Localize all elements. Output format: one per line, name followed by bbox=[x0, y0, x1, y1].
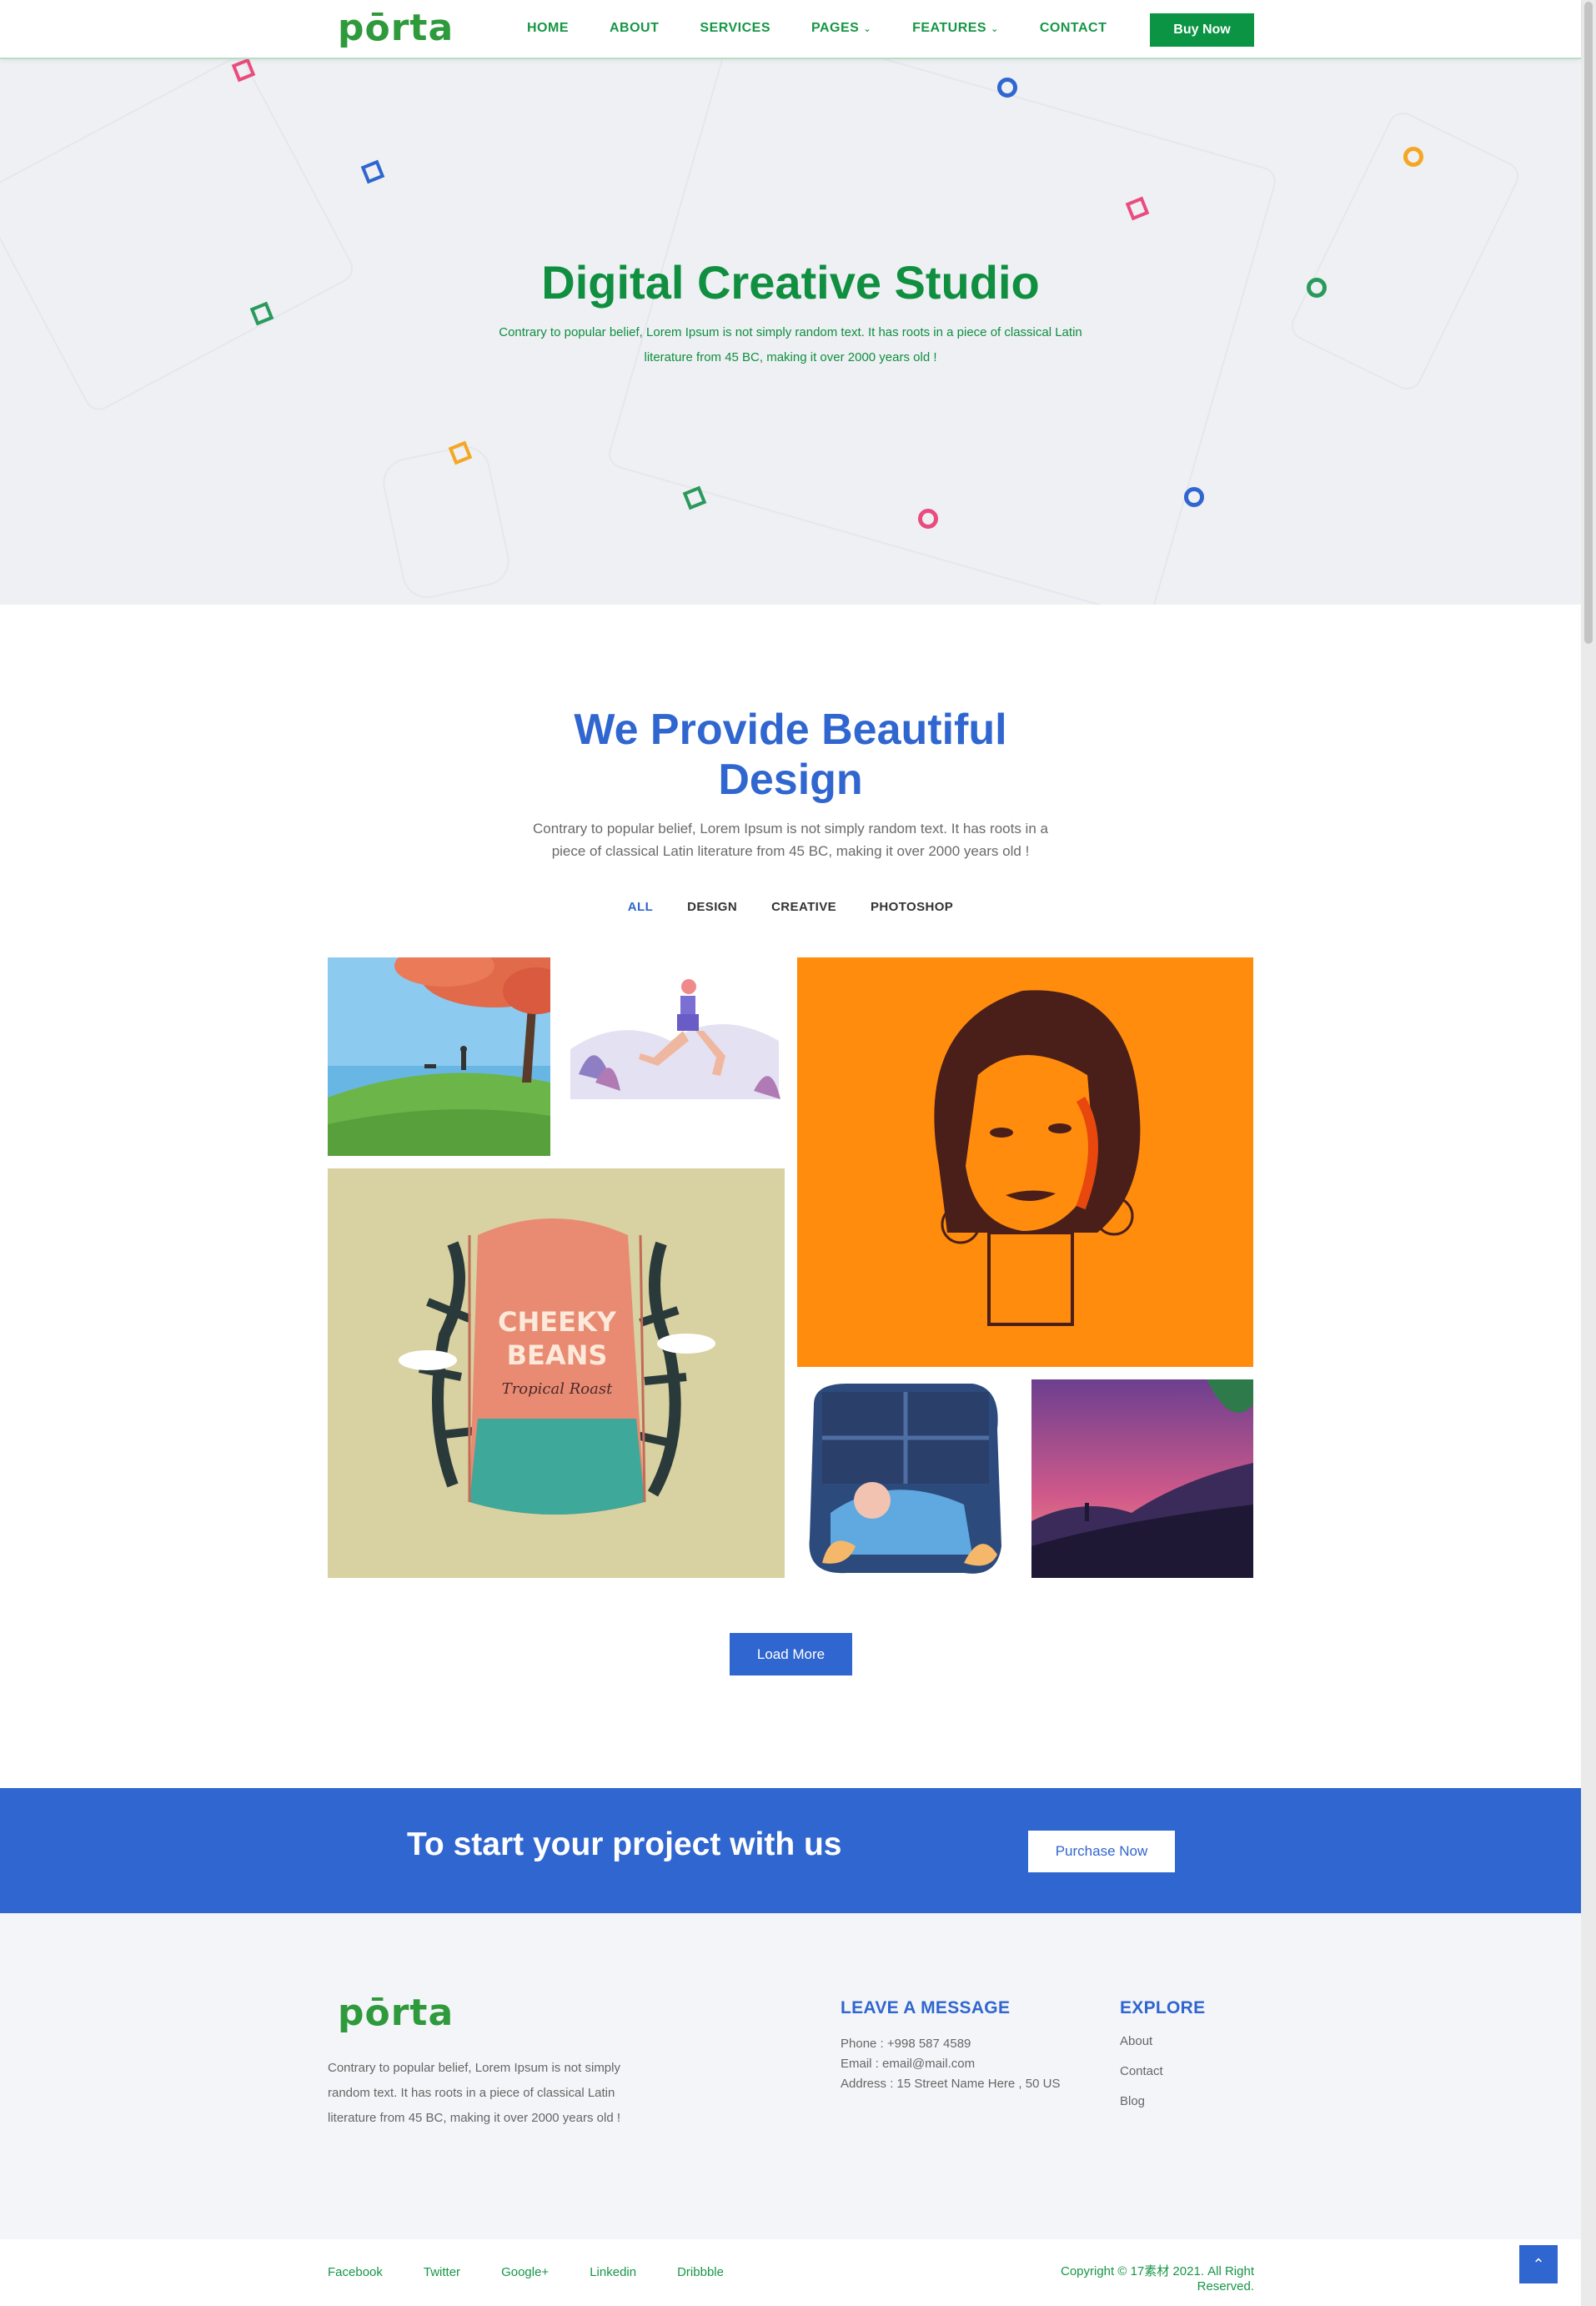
contact-info: Phone : +998 587 4589 Email : email@mail… bbox=[841, 2034, 1060, 2094]
social-links: Facebook Twitter Google+ Linkedin Dribbb… bbox=[328, 2265, 724, 2279]
footer-about-text: Contrary to popular belief, Lorem Ipsum … bbox=[328, 2061, 620, 2125]
nav-item-label: HOME bbox=[527, 21, 569, 35]
portfolio-subtitle: Contrary to popular belief, Lorem Ipsum … bbox=[533, 821, 1048, 859]
nav-item-label: CONTACT bbox=[1039, 21, 1107, 35]
portfolio-item-sunset[interactable] bbox=[1031, 1379, 1253, 1578]
page-scrollbar[interactable] bbox=[1581, 0, 1596, 2306]
tree-hill-illustration bbox=[328, 957, 550, 1156]
decor-ring-blue bbox=[1184, 487, 1204, 507]
chevron-down-icon: ⌄ bbox=[991, 23, 999, 34]
filter-creative[interactable]: CREATIVE bbox=[771, 900, 836, 914]
cta-banner: To start your project with us Purchase N… bbox=[0, 1788, 1581, 1913]
decor-ring-pink bbox=[918, 509, 938, 529]
social-link-twitter[interactable]: Twitter bbox=[424, 2265, 460, 2279]
load-more-button[interactable]: Load More bbox=[730, 1633, 852, 1675]
hero-section: Digital Creative Studio Contrary to popu… bbox=[0, 59, 1581, 605]
decor-ring-blue bbox=[997, 78, 1017, 98]
contact-email: Email : email@mail.com bbox=[841, 2057, 976, 2071]
filter-photoshop[interactable]: PHOTOSHOP bbox=[871, 900, 953, 914]
nav-item-services[interactable]: SERVICES bbox=[700, 21, 770, 36]
nav-item-label: PAGES bbox=[811, 21, 860, 35]
sunset-illustration bbox=[1031, 1379, 1253, 1578]
copyright-text: Copyright © 17素材 2021. All Right Reserve… bbox=[1061, 2264, 1254, 2293]
hero-title: Digital Creative Studio bbox=[541, 256, 1040, 309]
hero-subtitle: Contrary to popular belief, Lorem Ipsum … bbox=[499, 325, 1082, 364]
chevron-down-icon: ⌄ bbox=[863, 23, 872, 34]
nav-item-label: ABOUT bbox=[610, 21, 660, 35]
scrollbar-thumb[interactable] bbox=[1584, 2, 1593, 644]
runner-illustration bbox=[562, 957, 785, 1156]
buy-now-button[interactable]: Buy Now bbox=[1150, 13, 1254, 47]
packaging-text-line1: CHEEKY bbox=[498, 1306, 617, 1338]
cta-text: To start your project with us bbox=[407, 1826, 842, 1862]
nav-item-pages[interactable]: PAGES ⌄ bbox=[811, 21, 871, 36]
social-link-dribbble[interactable]: Dribbble bbox=[677, 2265, 724, 2279]
filter-design[interactable]: DESIGN bbox=[687, 900, 737, 914]
nav-item-contact[interactable]: CONTACT bbox=[1040, 21, 1107, 36]
decor-square-blue bbox=[360, 159, 385, 184]
main-nav: HOME ABOUT SERVICES PAGES ⌄ FEATURES ⌄ CON… bbox=[527, 0, 1147, 57]
nav-item-label: FEATURES bbox=[912, 21, 987, 35]
portrait-illustration bbox=[797, 957, 1253, 1367]
contact-address: Address : 15 Street Name Here , 50 US bbox=[841, 2077, 1061, 2091]
decor-ring-orange bbox=[1403, 147, 1423, 167]
packaging-illustration: CHEEKY BEANS Tropical Roast bbox=[328, 1168, 785, 1578]
nav-item-about[interactable]: ABOUT bbox=[610, 21, 659, 36]
explore-heading: EXPLORE bbox=[1120, 1998, 1206, 2017]
portfolio-item-runner[interactable] bbox=[562, 957, 785, 1156]
navbar: pōrta HOME ABOUT SERVICES PAGES ⌄ FEATURE… bbox=[0, 0, 1581, 59]
portfolio-item-tree-hill[interactable] bbox=[328, 957, 550, 1156]
social-link-linkedin[interactable]: Linkedin bbox=[590, 2265, 636, 2279]
packaging-text-line2: BEANS bbox=[507, 1339, 608, 1371]
nav-item-home[interactable]: HOME bbox=[527, 21, 569, 36]
logo-text: pōrta bbox=[338, 7, 454, 49]
sleeping-illustration bbox=[797, 1379, 1020, 1578]
contact-heading: LEAVE A MESSAGE bbox=[841, 1998, 1011, 2017]
social-link-facebook[interactable]: Facebook bbox=[328, 2265, 383, 2279]
logo-text: pōrta bbox=[338, 1992, 454, 2034]
portfolio-item-portrait[interactable] bbox=[797, 957, 1253, 1367]
hero-bg-mug bbox=[378, 441, 514, 603]
portfolio-item-sleeping[interactable] bbox=[797, 1379, 1020, 1578]
explore-links: About Contact Blog bbox=[1120, 2034, 1163, 2124]
social-link-googleplus[interactable]: Google+ bbox=[501, 2265, 549, 2279]
packaging-text-line3: Tropical Roast bbox=[502, 1380, 613, 1398]
brand-logo[interactable]: pōrta bbox=[338, 5, 454, 52]
filter-all[interactable]: ALL bbox=[628, 900, 653, 914]
contact-phone: Phone : +998 587 4589 bbox=[841, 2037, 971, 2051]
footer-logo[interactable]: pōrta bbox=[338, 1990, 454, 2037]
purchase-now-button[interactable]: Purchase Now bbox=[1028, 1831, 1175, 1872]
footer: pōrta Contrary to popular belief, Lorem … bbox=[0, 1913, 1581, 2239]
nav-item-label: SERVICES bbox=[700, 21, 771, 35]
portfolio-filters: ALL DESIGN CREATIVE PHOTOSHOP bbox=[0, 900, 1581, 914]
back-to-top-button[interactable]: ⌃ bbox=[1519, 2245, 1558, 2283]
explore-link-about[interactable]: About bbox=[1120, 2034, 1163, 2064]
explore-link-blog[interactable]: Blog bbox=[1120, 2094, 1163, 2124]
portfolio-item-packaging[interactable]: CHEEKY BEANS Tropical Roast bbox=[328, 1168, 785, 1578]
explore-link-contact[interactable]: Contact bbox=[1120, 2064, 1163, 2094]
nav-item-features[interactable]: FEATURES ⌄ bbox=[912, 21, 999, 36]
chevron-up-icon: ⌃ bbox=[1532, 2255, 1545, 2273]
footer-bottom-bar: Facebook Twitter Google+ Linkedin Dribbb… bbox=[0, 2239, 1581, 2306]
portfolio-title: We Provide Beautiful Design bbox=[574, 706, 1007, 804]
hero-bg-notebook bbox=[0, 59, 359, 415]
